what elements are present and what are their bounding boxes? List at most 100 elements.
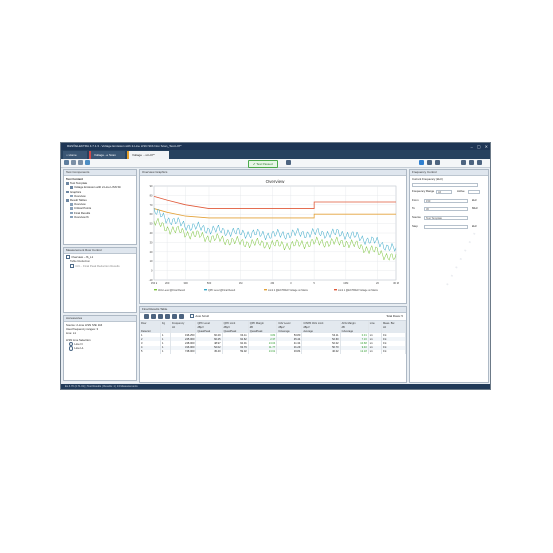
x-tick-label: 300	[183, 281, 188, 285]
legend-label: Limit 1 @EN 55022 Voltage on Mains	[338, 289, 379, 292]
measurement-control-panel: Measurement Row Control Overview – fb_L1…	[63, 247, 137, 313]
measure-icon[interactable]	[427, 160, 432, 165]
table-cell: 13.61	[248, 349, 278, 354]
to-input[interactable]: 30	[424, 206, 468, 211]
x-tick-label: 150 k	[151, 281, 158, 285]
active-select[interactable]	[468, 189, 480, 194]
legend-swatch	[264, 289, 267, 291]
tab-voltage-scan[interactable]: Voltage...e Scan	[89, 151, 125, 159]
pause-icon[interactable]	[469, 160, 474, 165]
x-tick-label: 2M	[271, 281, 275, 285]
current-frequency-label: Current Frequency (kHz)	[412, 177, 443, 181]
x-tick-label: 10M	[343, 281, 348, 285]
cursor-icon[interactable]	[419, 160, 424, 165]
accessories-content: Source: 2-Line LISN Shb 116 Used frequen…	[64, 322, 136, 352]
from-row: From 150 kHz	[412, 198, 477, 203]
maximize-button[interactable]: ▢	[477, 144, 481, 149]
save-icon[interactable]	[64, 160, 69, 165]
tab-voltage-test[interactable]: Voltage ...st.L07*	[127, 151, 169, 159]
test-status-label: Test Passed	[256, 162, 273, 166]
table-icon	[66, 199, 69, 202]
y-tick-label: 70	[150, 203, 153, 207]
chart-title: Overview	[266, 179, 286, 184]
filter-icon[interactable]	[151, 314, 156, 319]
columns-icon[interactable]	[158, 314, 163, 319]
tree-item-overview-fb[interactable]: Overview fb	[66, 215, 134, 219]
table-icon	[70, 215, 73, 219]
checkbox-icon[interactable]	[70, 263, 75, 269]
y-tick-label: 20	[150, 250, 153, 254]
run-icon[interactable]	[461, 160, 466, 165]
y-tick-label: 10	[150, 259, 153, 263]
test-status-badge: ✔ Test Passed	[248, 160, 278, 168]
y-tick-label: 80	[150, 193, 153, 197]
close-button[interactable]: ✕	[485, 144, 488, 149]
minimize-button[interactable]: ‒	[471, 144, 473, 149]
table-cell: 33.84	[276, 349, 303, 354]
tab-home[interactable]: ⌂ Home	[63, 151, 87, 159]
step-row: Step kHz	[412, 224, 477, 229]
y-tick-label: 60	[150, 212, 153, 216]
redo-icon[interactable]	[78, 160, 83, 165]
table-icon	[70, 203, 73, 206]
template-icon	[66, 182, 69, 185]
radio-line-l1[interactable]: Line L1	[66, 346, 134, 351]
edit-icon[interactable]	[286, 160, 291, 165]
graph-icon	[66, 190, 69, 194]
total-rows: Total Rows: 5	[386, 314, 403, 318]
x-tick-label: 30 M	[393, 281, 399, 285]
from-input[interactable]: 150	[424, 198, 468, 203]
measurement-list: Overview – fb_L1 Table Reduction Crit. -…	[64, 254, 136, 269]
auto-scroll-toggle[interactable]: Auto Scroll	[190, 314, 209, 319]
table-icon	[70, 207, 73, 210]
print-icon[interactable]	[85, 160, 90, 165]
legend-swatch	[334, 289, 337, 291]
table-cell: 1	[160, 349, 172, 354]
application-window: R&S®ELEKTRA 4.7.1.3 - Voltage Emission w…	[60, 142, 491, 390]
results-table-toolbar: Auto Scroll Total Rows: 5	[140, 313, 406, 321]
stop-icon[interactable]	[477, 160, 482, 165]
sort-icon[interactable]	[179, 314, 184, 319]
undo-icon[interactable]	[71, 160, 76, 165]
export-icon[interactable]	[144, 314, 149, 319]
results-table-title: Final Results Table	[142, 307, 168, 311]
table-row[interactable]: 5 1 748.000 45.40 59.02 13.61 33.84 46.02 12.18 L…	[140, 349, 406, 354]
step-input[interactable]	[424, 224, 468, 229]
table-cell: 748.000	[170, 349, 197, 354]
status-bar: EL 4.70 (4.71.01) | Test Results | Resul…	[61, 384, 490, 389]
current-frequency-input[interactable]	[412, 183, 478, 187]
title-bar: R&S®ELEKTRA 4.7.1.3 - Voltage Emission w…	[61, 143, 490, 150]
source-select[interactable]: Test Template	[424, 215, 468, 220]
overview-chart[interactable]: Overview9080706050403020100-10150 k 200 30…	[140, 176, 406, 304]
window-title: R&S®ELEKTRA 4.7.1.3 - Voltage Emission w…	[67, 144, 182, 148]
legend-label: AVG Level @Final Result	[158, 289, 185, 292]
table-cell: 59.02	[222, 349, 249, 354]
test-content-tree: Test Content Test Template Voltage Emiss…	[64, 176, 136, 220]
peak-reduction-item[interactable]: Crit. - Final Peak Reduction Results	[66, 263, 134, 269]
overview-graphics-panel: Overview Graphics Overview 90 80 70 60 50 40 30…	[139, 169, 407, 304]
y-tick-label: 40	[150, 231, 153, 235]
legend-label: Limit 2 @EN 55022 Voltage on Mains	[268, 289, 309, 292]
chart-icon	[70, 194, 73, 198]
copy-icon[interactable]	[165, 314, 170, 319]
zoom-icon[interactable]	[435, 160, 440, 165]
frequency-range-select[interactable]: All	[436, 189, 452, 194]
y-tick-label: 90	[150, 184, 153, 188]
window-controls: ‒ ▢ ✕	[471, 144, 488, 149]
frequency-range-row: Frequency Range All Active	[412, 189, 486, 194]
legend-swatch	[204, 289, 207, 291]
source-row: Source Test Template	[412, 215, 486, 220]
legend-swatch	[154, 289, 157, 291]
x-tick-label: 500	[207, 281, 212, 285]
table-cell: 12.18	[340, 349, 369, 354]
x-tick-label: 1M	[239, 281, 243, 285]
checkbox-icon[interactable]	[190, 314, 195, 319]
table-cell: 9 k	[381, 349, 406, 354]
accessory-line: Line: L1	[66, 331, 76, 336]
radio-icon[interactable]	[69, 346, 74, 351]
paste-icon[interactable]	[172, 314, 177, 319]
tab-voltage-test-label: Voltage ...st.L07*	[132, 153, 155, 157]
results-table: Row Fg Frequency QPK Level QPK Limit QPK Marg…	[140, 321, 406, 354]
tab-voltage-scan-label: Voltage...e Scan	[94, 153, 116, 157]
table-cell: L1	[368, 349, 382, 354]
